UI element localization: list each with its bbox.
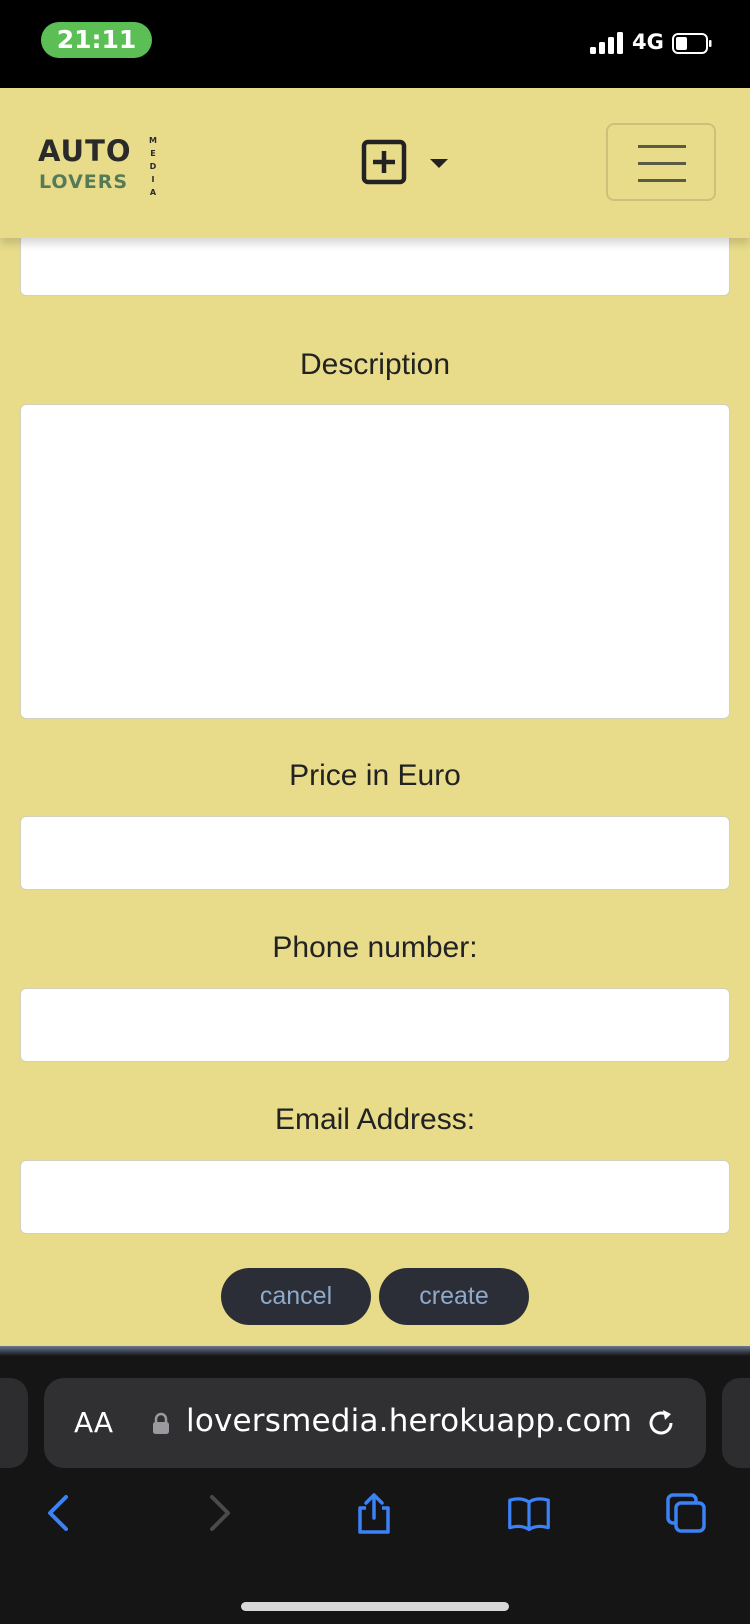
description-textarea[interactable] (20, 404, 730, 719)
logo-text-media: MEDIA (149, 136, 157, 197)
email-label: Email Address: (274, 1103, 476, 1136)
tabs-icon[interactable] (664, 1491, 708, 1535)
url-text: loversmedia.herokuapp.com (186, 1403, 633, 1439)
page-edge (0, 1346, 750, 1356)
cancel-button[interactable]: cancel (221, 1268, 371, 1325)
status-bar: 21:11 4G (0, 0, 750, 88)
battery-icon (672, 33, 712, 54)
network-type: 4G (632, 30, 664, 54)
home-indicator[interactable] (241, 1602, 509, 1611)
next-tab-peek[interactable] (722, 1378, 750, 1468)
status-time: 21:11 (41, 22, 152, 58)
create-post-form: Description Price in Euro Phone number: … (0, 228, 750, 1346)
reload-icon[interactable] (644, 1406, 678, 1440)
email-input[interactable] (20, 1160, 730, 1234)
text-size-button[interactable]: AA (74, 1406, 113, 1439)
logo-text-lovers: LOVERS (39, 171, 129, 193)
navbar-toggle-button[interactable] (606, 123, 716, 201)
caret-down-icon (430, 159, 448, 168)
browser-toolbar: AA loversmedia.herokuapp.com (0, 1346, 750, 1624)
navbar: AUTO LOVERS MEDIA (0, 88, 750, 238)
price-input[interactable] (20, 816, 730, 890)
create-button[interactable]: create (379, 1268, 529, 1325)
back-arrow-icon[interactable] (38, 1491, 82, 1535)
bookmarks-icon[interactable] (507, 1491, 551, 1535)
lock-icon (153, 1412, 169, 1434)
forward-arrow-icon[interactable] (196, 1491, 240, 1535)
cellular-signal-icon (590, 32, 623, 54)
plus-square-icon (361, 139, 407, 185)
add-post-dropdown[interactable] (360, 138, 454, 194)
description-label: Description (299, 348, 451, 381)
price-label: Price in Euro (289, 759, 461, 792)
address-bar[interactable]: AA loversmedia.herokuapp.com (44, 1378, 706, 1468)
title-input[interactable] (20, 228, 730, 296)
site-logo[interactable]: AUTO LOVERS MEDIA (38, 134, 168, 198)
phone-input[interactable] (20, 988, 730, 1062)
logo-text-auto: AUTO (38, 134, 132, 168)
phone-label: Phone number: (272, 931, 478, 964)
previous-tab-peek[interactable] (0, 1378, 28, 1468)
share-icon[interactable] (352, 1491, 396, 1535)
